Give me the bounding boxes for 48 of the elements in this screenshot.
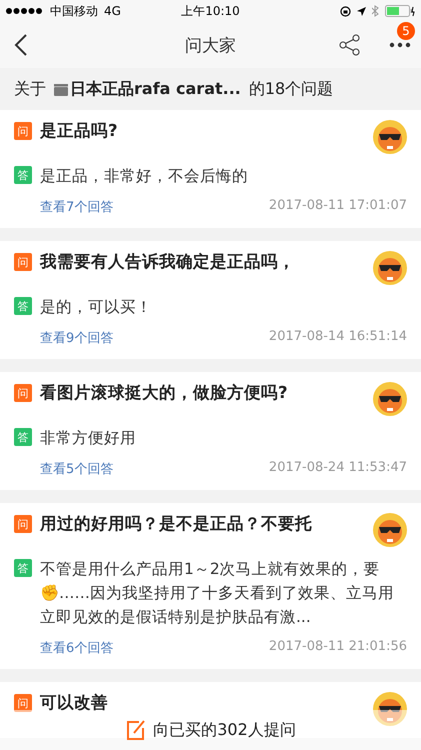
answer-tag: 答	[14, 297, 32, 315]
question-text: 可以改善	[40, 692, 109, 714]
back-icon[interactable]	[14, 33, 28, 57]
page-title: 问大家	[184, 34, 237, 56]
clock: 上午10:10	[181, 2, 240, 20]
view-answers-link[interactable]: 查看9个回答	[40, 329, 114, 347]
header-prefix: 关于	[14, 78, 46, 100]
view-answers-link[interactable]: 查看6个回答	[40, 639, 114, 657]
view-answers-link[interactable]: 查看7个回答	[40, 198, 114, 216]
product-name: 日本正品rafa carat...	[70, 78, 241, 100]
question-tag: 问	[14, 515, 32, 533]
avatar	[373, 251, 407, 285]
view-answers-link[interactable]: 查看5个回答	[40, 460, 114, 478]
notification-badge: 5	[397, 22, 415, 40]
question-tag: 问	[14, 694, 32, 712]
carrier-name: 中国移动	[50, 2, 98, 20]
question-count: 的18个问题	[248, 78, 334, 100]
edit-icon[interactable]	[125, 719, 148, 741]
answer-tag: 答	[14, 428, 32, 446]
bluetooth-icon	[372, 5, 379, 17]
location-icon	[357, 6, 366, 16]
avatar	[373, 120, 407, 154]
avatar	[373, 692, 407, 726]
lock-rotation-icon	[340, 6, 351, 16]
question-text: 是正品吗?	[40, 120, 119, 142]
question-text: 用过的好用吗？是不是正品？不要托	[40, 513, 313, 535]
network-type: 4G	[104, 4, 121, 18]
question-tag: 问	[14, 253, 32, 271]
answer-text: 非常方便好用	[40, 428, 137, 449]
answer-text: 不管是用什么产品用1～2次马上就有效果的，要✊……因为我坚持用了十多天看到了效果、立马用立即见效的是假话特别是护肤品有激...	[40, 559, 395, 628]
question-text: 我需要有人告诉我确定是正品吗，	[40, 251, 296, 273]
more-button[interactable]	[389, 42, 411, 48]
answer-text: 是正品，非常好，不会后悔的	[40, 166, 249, 187]
battery-icon	[385, 5, 415, 17]
question-tag: 问	[14, 384, 32, 402]
signal-icon	[6, 8, 44, 14]
answer-text: 是的，可以买！	[40, 297, 153, 318]
question-time: 2017-08-14 16:51:14	[268, 329, 407, 346]
question-time: 2017-08-11 17:01:07	[268, 198, 407, 215]
question-tag: 问	[14, 122, 32, 140]
question-time: 2017-08-11 21:01:56	[268, 639, 407, 656]
answer-tag: 答	[14, 559, 32, 577]
clapperboard-icon	[54, 82, 68, 96]
question-time: 2017-08-24 11:53:47	[268, 460, 407, 477]
answer-tag: 答	[14, 166, 32, 184]
question-text: 看图片滚球挺大的，做脸方便吗?	[40, 382, 289, 404]
avatar	[373, 513, 407, 547]
avatar	[373, 382, 407, 416]
